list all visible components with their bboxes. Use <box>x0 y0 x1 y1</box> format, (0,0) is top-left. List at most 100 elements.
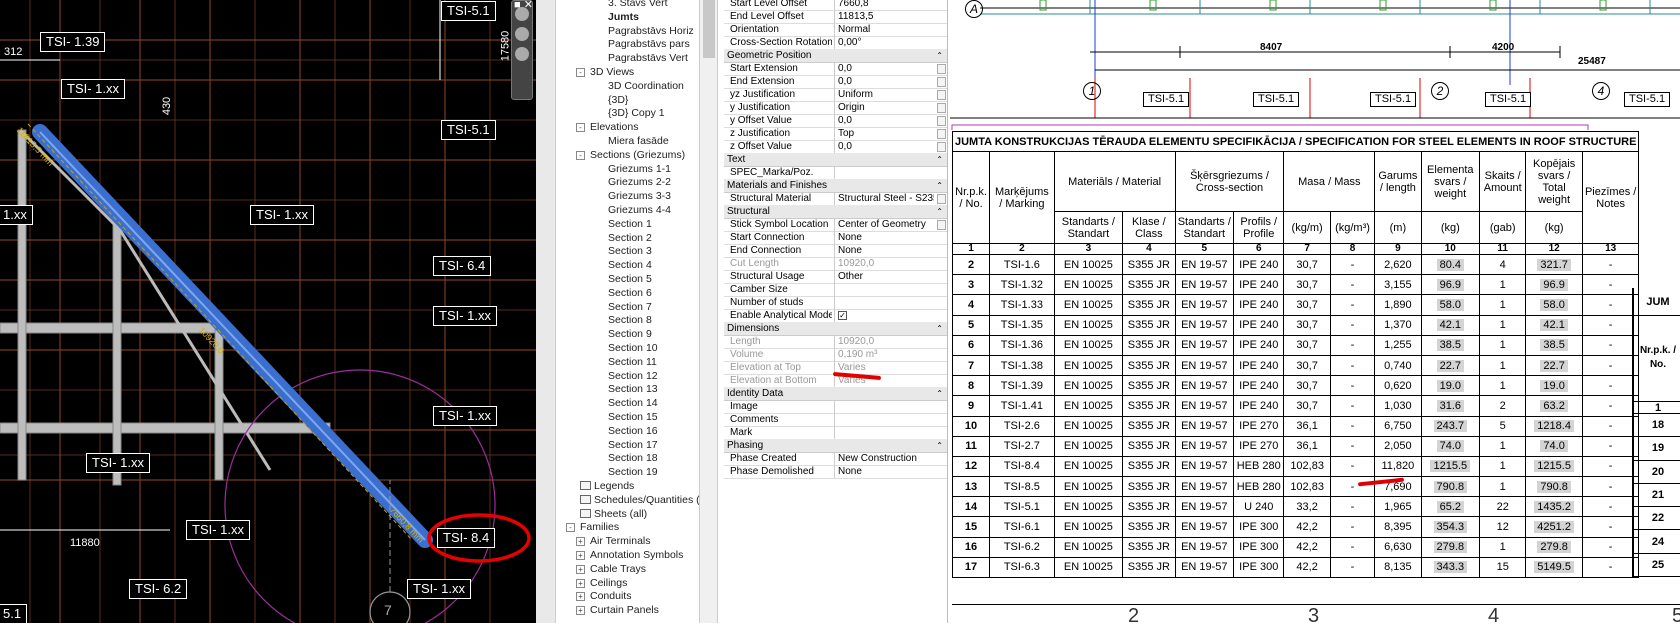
browser-item[interactable]: Cable Trays <box>590 562 646 576</box>
browser-item[interactable]: Legends <box>580 479 634 493</box>
table-row[interactable]: 11 TSI-2.7 EN 10025 S355 JR EN 19-57 IPE 270 3… <box>951 435 1640 457</box>
navigation-bar[interactable] <box>511 0 533 100</box>
pan-icon[interactable] <box>515 47 529 61</box>
browser-item[interactable]: Section 11 <box>608 355 657 369</box>
browser-item[interactable]: Section 15 <box>608 410 658 424</box>
property-row[interactable]: Stick Symbol Location Center of Geometry <box>724 218 947 232</box>
property-row[interactable]: z Justification Top <box>724 127 947 141</box>
property-row[interactable]: Comments <box>724 413 947 427</box>
tag-label[interactable]: TSI- 6.4 <box>433 256 492 276</box>
property-row[interactable]: y Justification Origin <box>724 101 947 115</box>
edit-button[interactable] <box>937 77 946 87</box>
property-value[interactable]: 0,0 <box>834 75 934 88</box>
property-value[interactable]: New Construction <box>834 452 934 465</box>
property-row[interactable]: Structural Usage Other <box>724 270 947 284</box>
expand-icon[interactable]: + <box>576 578 585 588</box>
property-value[interactable]: Varies <box>834 361 934 374</box>
browser-item[interactable]: Section 6 <box>608 286 652 300</box>
table-row[interactable]: 9 TSI-1.41 EN 10025 S355 JR EN 19-57 IPE 240 3… <box>951 395 1640 417</box>
collapse-icon[interactable]: - <box>576 68 585 77</box>
property-row[interactable]: Structural Material Structural Steel - S2… <box>724 192 947 206</box>
edit-button[interactable] <box>937 142 946 152</box>
browser-item[interactable]: Elevations <box>590 120 638 134</box>
browser-item[interactable]: 3D Coordination <box>608 79 684 93</box>
property-row[interactable]: Start Extension 0,0 <box>724 62 947 76</box>
tag-label[interactable]: TSI-5.1 <box>441 1 496 21</box>
browser-item[interactable]: Sheets (all) <box>580 507 647 521</box>
project-browser[interactable]: 3. Stāvs Vert Jumts Pagrabstāvs Horiz Pagra… <box>556 0 700 623</box>
property-group-header[interactable]: Phasing ⌃ <box>724 439 947 453</box>
edit-button[interactable] <box>937 220 946 230</box>
property-value[interactable]: 10920,0 <box>834 257 934 270</box>
property-value[interactable] <box>834 426 934 439</box>
tag-label[interactable]: TSI- 1.xx <box>433 406 498 426</box>
table-row[interactable]: 7 TSI-1.38 EN 10025 S355 JR EN 19-57 IPE 240 3… <box>951 354 1640 377</box>
browser-item[interactable]: Griezums 1-1 <box>608 162 671 176</box>
collapse-icon[interactable]: ⌃ <box>936 205 943 218</box>
checkbox[interactable]: ✓ <box>838 311 847 320</box>
expand-icon[interactable]: + <box>576 537 585 547</box>
browser-item[interactable]: Section 18 <box>608 451 658 465</box>
panel-divider[interactable] <box>536 0 556 623</box>
property-value[interactable]: Origin <box>834 101 934 114</box>
collapse-icon[interactable]: - <box>566 523 575 533</box>
browser-item[interactable]: Air Terminals <box>590 534 651 548</box>
property-group-header[interactable]: Text ⌃ <box>724 153 947 167</box>
browser-item[interactable]: Section 14 <box>608 396 658 410</box>
property-value[interactable]: Top <box>834 127 934 140</box>
property-row[interactable]: Start Connection None <box>724 231 947 245</box>
property-value[interactable]: 10920,0 <box>834 335 934 348</box>
close-icon[interactable]: ■ ✕ <box>514 0 533 11</box>
property-row[interactable]: Orientation Normal <box>724 23 947 37</box>
browser-item[interactable]: Griezums 4-4 <box>608 203 671 217</box>
property-value[interactable]: ✓ <box>834 309 934 322</box>
edit-button[interactable] <box>937 90 946 100</box>
tag-label[interactable]: TSI-5.1 <box>441 120 496 140</box>
browser-item[interactable]: {3D} Copy 1 <box>608 106 665 120</box>
property-row[interactable]: Camber Size <box>724 283 947 297</box>
property-value[interactable]: 0,190 m³ <box>834 348 934 361</box>
browser-item[interactable]: Families <box>580 520 619 534</box>
property-row[interactable]: Cross-Section Rotation 0,00° <box>724 36 947 50</box>
browser-item[interactable]: Section 9 <box>608 327 652 341</box>
browser-item[interactable]: 3. Stāvs Vert <box>608 0 668 10</box>
browser-item[interactable]: Sections (Griezums) <box>590 148 685 162</box>
property-value[interactable]: None <box>834 465 934 478</box>
table-row[interactable]: 2 TSI-1.6 EN 10025 S355 JR EN 19-57 IPE 240 30… <box>951 253 1640 276</box>
browser-item[interactable]: Section 12 <box>608 369 658 383</box>
property-value[interactable]: 0,0 <box>834 114 934 127</box>
browser-item[interactable]: Section 7 <box>608 300 652 314</box>
browser-item[interactable]: Section 4 <box>608 258 652 272</box>
property-row[interactable]: End Connection None <box>724 244 947 258</box>
property-group-header[interactable]: Structural ⌃ <box>724 205 947 219</box>
edit-button[interactable] <box>937 64 946 74</box>
property-group-header[interactable]: Dimensions ⌃ <box>724 322 947 336</box>
project-browser-scrollbar[interactable] <box>700 0 718 623</box>
property-row[interactable]: Image <box>724 400 947 414</box>
browser-item[interactable]: Conduits <box>590 589 631 603</box>
browser-item[interactable]: Section 5 <box>608 272 652 286</box>
properties-panel[interactable]: Start Level Offset 7660,8 End Level Offset… <box>724 0 948 623</box>
expand-icon[interactable]: + <box>576 551 585 560</box>
property-value[interactable]: None <box>834 244 934 257</box>
table-row[interactable]: 8 TSI-1.39 EN 10025 S355 JR EN 19-57 IPE 240 3… <box>951 375 1640 397</box>
property-row[interactable]: Mark <box>724 426 947 440</box>
browser-item[interactable]: Section 3 <box>608 244 652 258</box>
table-row[interactable]: 3 TSI-1.32 EN 10025 S355 JR EN 19-57 IPE 240 3… <box>951 274 1640 296</box>
table-row[interactable]: 12 TSI-8.4 EN 10025 S355 JR EN 19-57 HEB 280 1… <box>951 455 1640 478</box>
property-value[interactable]: None <box>834 231 934 244</box>
cad-viewport[interactable]: TSI-5.1 TSI- 1.39 TSI- 1.xx TSI-5.1 TSI-… <box>0 0 536 623</box>
browser-item[interactable]: Ceilings <box>590 576 627 590</box>
browser-item[interactable]: Schedules/Quantities (all) <box>580 493 699 507</box>
table-row[interactable]: 10 TSI-2.6 EN 10025 S355 JR EN 19-57 IPE 270 3… <box>951 415 1640 437</box>
property-row[interactable]: Enable Analytical Model ✓ <box>724 309 947 323</box>
property-row[interactable]: Cut Length 10920,0 <box>724 257 947 271</box>
property-value[interactable]: Uniform <box>834 88 934 101</box>
property-value[interactable]: 0,00° <box>834 36 934 49</box>
property-group-header[interactable]: Materials and Finishes ⌃ <box>724 179 947 193</box>
tag-label[interactable]: TSI- 1.xx <box>407 579 472 599</box>
tag-label[interactable]: TSI- 1.xx <box>86 453 151 473</box>
browser-item[interactable]: Annotation Symbols <box>590 548 683 562</box>
collapse-icon[interactable]: ⌃ <box>936 322 943 335</box>
property-row[interactable]: Number of studs <box>724 296 947 310</box>
